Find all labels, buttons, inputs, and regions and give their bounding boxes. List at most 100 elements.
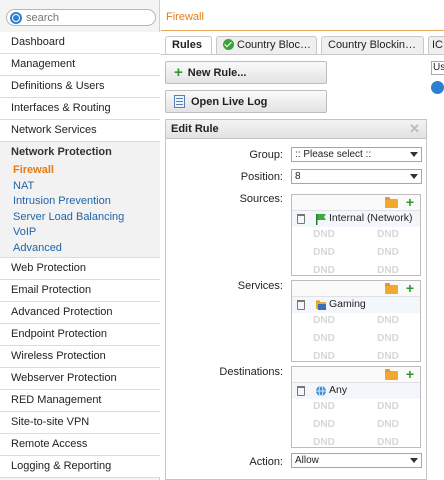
search-input[interactable] [22,11,142,24]
services-label: Services: [237,280,283,292]
sidebar-subitem-advanced[interactable]: Advanced [0,240,160,256]
log-icon [174,95,185,108]
sidebar-item-network-services[interactable]: Network Services [0,120,160,142]
sidebar-item-remote-access[interactable]: Remote Access [0,434,160,456]
dnd-placeholder: DND [313,401,335,412]
destinations-toolbar: + [292,367,420,383]
globe-any-icon [316,385,326,397]
folder-icon[interactable] [385,283,398,294]
action-select[interactable]: Allow [291,453,422,468]
add-icon[interactable]: + [406,281,414,296]
trash-icon[interactable] [297,214,305,224]
dnd-placeholder: DND [377,315,399,326]
sources-item[interactable]: Internal (Network) [292,211,420,227]
position-select-value: 8 [295,171,301,182]
sidebar-item-email-protection[interactable]: Email Protection [0,280,160,302]
destinations-label: Destinations: [219,366,283,378]
tab-icmp[interactable]: IC [428,36,444,54]
sidebar-item-logging-reporting[interactable]: Logging & Reporting [0,456,160,478]
sidebar-item-endpoint-protection[interactable]: Endpoint Protection [0,324,160,346]
sidebar-item-interfaces-routing[interactable]: Interfaces & Routing [0,98,160,120]
network-flag-icon [316,214,326,225]
dnd-placeholder: DND [377,437,399,448]
folder-icon[interactable] [385,369,398,380]
sidebar-subitem-intrusion-prevention[interactable]: Intrusion Prevention [0,194,160,210]
title-divider [161,30,444,31]
sidebar-submenu: Firewall NAT Intrusion Prevention Server… [0,163,160,258]
sidebar-item-management[interactable]: Management [0,54,160,76]
trash-icon[interactable] [297,300,305,310]
sidebar-item-dashboard[interactable]: Dashboard [0,32,160,54]
display-filter-select[interactable]: Us [431,61,444,75]
sidebar-item-advanced-protection[interactable]: Advanced Protection [0,302,160,324]
sidebar: Dashboard Management Definitions & Users… [0,0,160,480]
search-box[interactable] [6,9,156,26]
sidebar-item-definitions-users[interactable]: Definitions & Users [0,76,160,98]
position-label: Position: [240,171,283,183]
check-circle-icon [223,39,234,50]
add-icon[interactable]: + [406,195,414,210]
services-toolbar: + [292,281,420,297]
dnd-placeholder: DND [377,419,399,430]
edit-rule-title: Edit Rule [171,123,219,135]
dnd-placeholder: DND [313,229,335,240]
tab-country-blocking[interactable]: Country Bloc… [216,36,317,54]
sources-label: Sources: [239,193,283,205]
group-select[interactable]: :: Please select :: [291,147,422,162]
dnd-placeholder: DND [313,419,335,430]
open-live-log-button[interactable]: Open Live Log [165,90,327,113]
edit-rule-header: Edit Rule ✕ [166,120,426,139]
new-rule-button[interactable]: + New Rule... [165,61,327,84]
sources-toolbar: + [292,195,420,211]
page-title: Firewall [166,11,204,23]
destinations-box[interactable]: + Any DND DND DND DND DND DND [291,366,421,448]
dnd-placeholder: DND [377,351,399,362]
dnd-placeholder: DND [313,265,335,276]
sidebar-item-webserver-protection[interactable]: Webserver Protection [0,368,160,390]
tab-rules[interactable]: Rules [165,36,212,55]
sidebar-item-network-protection[interactable]: Network Protection [0,142,160,163]
main-content: Firewall Rules Country Bloc… Country Blo… [161,0,444,480]
sources-box[interactable]: + Internal (Network) DND DND DND DND DND… [291,194,421,276]
group-label: Group: [249,149,283,161]
sidebar-item-wireless-protection[interactable]: Wireless Protection [0,346,160,368]
sidebar-subitem-voip[interactable]: VoIP [0,225,160,241]
services-box[interactable]: + Gaming DND DND DND DND DND DND [291,280,421,362]
sidebar-subitem-firewall[interactable]: Firewall [0,163,160,179]
chevron-down-icon [410,152,418,157]
dnd-placeholder: DND [377,401,399,412]
destinations-item[interactable]: Any [292,383,420,399]
dnd-placeholder: DND [377,333,399,344]
dnd-placeholder: DND [313,351,335,362]
position-select[interactable]: 8 [291,169,422,184]
sidebar-subitem-server-load-balancing[interactable]: Server Load Balancing [0,209,160,225]
dnd-placeholder: DND [377,229,399,240]
dnd-placeholder: DND [377,265,399,276]
search-icon[interactable] [431,81,444,94]
chevron-down-icon [410,174,418,179]
tab-strip-divider [161,54,444,55]
sources-item-label: Internal (Network) [329,212,413,224]
trash-icon[interactable] [297,386,305,396]
dnd-placeholder: DND [377,247,399,258]
tab-label: Country Bloc… [237,39,311,51]
add-icon[interactable]: + [406,367,414,382]
sidebar-item-web-protection[interactable]: Web Protection [0,258,160,280]
sidebar-item-red-management[interactable]: RED Management [0,390,160,412]
sidebar-item-site-to-site-vpn[interactable]: Site-to-site VPN [0,412,160,434]
services-item[interactable]: Gaming [292,297,420,313]
chevron-down-icon [410,458,418,463]
plus-icon: + [174,64,183,81]
sidebar-subitem-nat[interactable]: NAT [0,178,160,194]
dnd-placeholder: DND [313,315,335,326]
tab-country-blocking-exceptions[interactable]: Country Blockin… [321,36,424,54]
action-label: Action: [249,456,283,468]
close-icon[interactable]: ✕ [409,120,420,138]
destinations-item-label: Any [329,384,348,396]
edit-rule-panel: Edit Rule ✕ Group: :: Please select :: P… [165,119,427,480]
dnd-placeholder: DND [313,333,335,344]
folder-icon[interactable] [385,197,398,208]
search-icon [10,11,22,24]
nav-menu: Dashboard Management Definitions & Users… [0,32,160,478]
dnd-placeholder: DND [313,247,335,258]
